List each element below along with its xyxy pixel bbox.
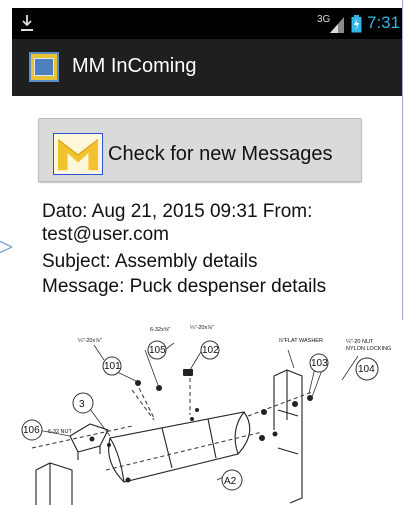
- mail-logo-icon: [53, 133, 103, 175]
- assembly-drawing-image: 101 105 102 103 104 3 106 A2 ¼"-20x⅞" 6-…: [12, 320, 402, 505]
- callout-3: 3: [72, 392, 94, 414]
- frame-border-right: [402, 0, 403, 320]
- battery-icon: [351, 15, 362, 33]
- spec-bolt-2: ¼"-20x⅞": [190, 325, 214, 331]
- app-title: MM InComing: [72, 55, 197, 77]
- action-bar: MM InComing: [12, 39, 402, 96]
- svg-text:A2: A2: [224, 476, 237, 487]
- assembly-drawing: 101 105 102 103 104 3 106 A2 ¼"-20x⅞" 6-…: [12, 320, 402, 505]
- svg-text:104: 104: [358, 364, 375, 375]
- svg-text:102: 102: [202, 345, 219, 356]
- check-messages-label: Check for new Messages: [108, 143, 333, 165]
- spec-washer: ⅞"FLAT WASHER: [278, 338, 323, 344]
- callout-106: 106: [21, 419, 43, 441]
- message-date-from: Dato: Aug 21, 2015 09:31 From:: [42, 201, 313, 222]
- network-type: 3G: [317, 14, 331, 25]
- spec-nut: ¼"-20 NUT: [346, 339, 374, 345]
- callout-a2: A2: [221, 469, 243, 491]
- message-body: Message: Puck despenser details: [42, 276, 327, 297]
- callout-101: 101: [102, 356, 122, 376]
- spec-screw: 6-32x⅝": [150, 327, 170, 333]
- check-messages-button[interactable]: Check for new Messages: [38, 118, 362, 182]
- main-content: Check for new Messages Dato: Aug 21, 201…: [12, 96, 402, 320]
- message-sender: test@user.com: [42, 224, 169, 245]
- callout-103: 103: [309, 353, 329, 373]
- app-logo-icon: [29, 52, 59, 82]
- svg-text:101: 101: [104, 361, 121, 372]
- spec-small-nut: 6-32 NUT: [48, 429, 72, 435]
- callout-102: 102: [200, 340, 220, 360]
- spec-bolt-1: ¼"-20x⅞": [78, 338, 102, 344]
- callout-104: 104: [355, 357, 379, 381]
- callout-105: 105: [147, 340, 167, 360]
- download-icon: [21, 15, 33, 31]
- spec-nut-type: NYLON LOCKING: [346, 346, 391, 352]
- status-clock: 7:31: [367, 13, 401, 32]
- svg-text:103: 103: [311, 358, 328, 369]
- signal-icon: [330, 17, 344, 33]
- svg-text:3: 3: [79, 399, 85, 410]
- svg-text:106: 106: [23, 425, 40, 436]
- message-subject: Subject: Assembly details: [42, 251, 258, 272]
- svg-text:105: 105: [149, 345, 166, 356]
- status-bar: 3G 7:31: [12, 8, 402, 39]
